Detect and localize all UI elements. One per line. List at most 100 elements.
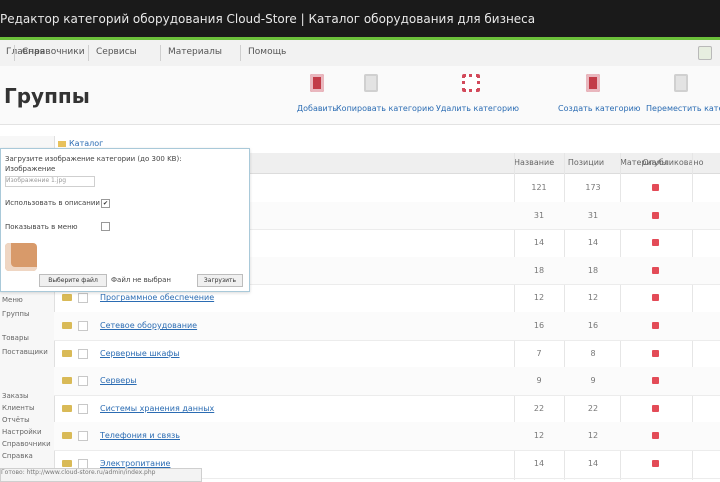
row-checkbox[interactable] (78, 293, 88, 304)
unpublished-icon[interactable] (652, 239, 659, 247)
items-count: 16 (533, 321, 545, 330)
left-panel-item[interactable]: Заказы (2, 392, 29, 400)
items-count: 7 (536, 348, 542, 358)
unpublished-icon[interactable] (652, 460, 659, 467)
row-checkbox[interactable] (78, 431, 88, 442)
materials-count: 14 (587, 459, 599, 468)
materials-count: 31 (587, 210, 599, 220)
popup-instructions: Загрузите изображение категории (до 300 … (5, 155, 182, 163)
show-in-menu-checkbox[interactable] (101, 222, 110, 231)
category-link[interactable]: Серверные шкафы (100, 349, 180, 358)
category-link[interactable]: Системы хранения данных (100, 404, 214, 413)
left-panel-item[interactable]: Поставщики (2, 348, 48, 356)
folder-icon (62, 404, 72, 412)
materials-count: 16 (587, 321, 599, 330)
column-header-name[interactable]: Название (514, 158, 554, 167)
items-count: 14 (533, 459, 545, 468)
create-category-label: Создать категорию (558, 104, 641, 113)
choose-file-button[interactable]: Выберите файл (39, 274, 107, 287)
image-upload-popup: Загрузите изображение категории (до 300 … (0, 148, 250, 292)
unpublished-icon[interactable] (652, 322, 659, 329)
unpublished-icon[interactable] (652, 211, 659, 219)
delete-category-label: Удалить категорию (436, 104, 519, 113)
menu-item-directories[interactable]: Справочники (22, 47, 85, 57)
use-in-description-checkbox[interactable]: ✔ (101, 199, 110, 208)
left-panel-item[interactable]: Меню (2, 296, 23, 304)
help-icon[interactable] (698, 46, 712, 60)
popup-image-label: Изображение (5, 165, 56, 173)
row-divider (54, 394, 720, 396)
materials-count: 8 (590, 348, 596, 358)
menu-separator (160, 45, 161, 61)
category-link[interactable]: Сетевое оборудование (100, 321, 197, 330)
move-category-label: Переместить категорию (646, 104, 720, 113)
upload-button[interactable]: Загрузить (197, 274, 243, 287)
copy-category-button[interactable]: Копировать категорию (336, 74, 434, 115)
window-title: Редактор категорий оборудования Cloud-St… (0, 12, 536, 26)
row-divider (54, 339, 720, 341)
materials-count: 12 (587, 431, 599, 441)
document-icon (310, 74, 324, 92)
add-label: Добавить (296, 104, 338, 113)
folder-icon (62, 460, 72, 467)
menu-separator (240, 45, 241, 61)
unpublished-icon[interactable] (652, 377, 659, 385)
left-panel-item[interactable]: Справка (2, 452, 33, 460)
items-count: 22 (533, 403, 545, 413)
materials-count: 12 (587, 293, 599, 303)
top-menu: Главная Справочники Сервисы Материалы По… (0, 40, 720, 67)
items-count: 9 (536, 376, 542, 386)
items-count: 12 (533, 293, 545, 303)
items-count: 12 (533, 431, 545, 441)
delete-icon (462, 74, 480, 92)
column-header-items[interactable]: Позиции (566, 158, 606, 167)
items-count: 121 (531, 183, 547, 192)
new-document-icon (586, 74, 600, 92)
menu-item-help[interactable]: Помощь (248, 47, 286, 57)
breadcrumb[interactable]: Каталог (58, 139, 103, 148)
delete-category-button[interactable]: Удалить категорию (436, 74, 519, 115)
category-link[interactable]: Программное обеспечение (100, 293, 214, 302)
page-title: Группы (4, 84, 90, 108)
row-checkbox[interactable] (78, 321, 88, 331)
unpublished-icon[interactable] (652, 184, 659, 191)
row-checkbox[interactable] (78, 348, 88, 359)
menu-separator (88, 45, 89, 61)
left-panel-item[interactable]: Товары (2, 334, 29, 342)
category-link[interactable]: Электропитание (100, 459, 170, 468)
left-panel-item[interactable]: Клиенты (2, 404, 34, 412)
materials-count: 9 (590, 376, 596, 386)
materials-count: 18 (587, 265, 599, 275)
left-panel-item[interactable]: Настройки (2, 428, 42, 436)
unpublished-icon[interactable] (652, 432, 659, 440)
no-file-label: Файл не выбран (111, 276, 171, 284)
category-image-thumbnail (5, 243, 37, 271)
row-checkbox[interactable] (78, 376, 88, 387)
image-name-field[interactable]: Изображение 1.jpg (5, 176, 95, 187)
unpublished-icon[interactable] (652, 349, 659, 357)
items-count: 31 (533, 210, 545, 220)
create-category-button[interactable]: Создать категорию (558, 74, 641, 115)
column-header-published[interactable]: Опубликовано (626, 158, 720, 167)
left-panel-item[interactable]: Группы (2, 310, 30, 318)
copy-icon (364, 74, 378, 92)
unpublished-icon[interactable] (652, 404, 659, 412)
left-panel-item[interactable]: Отчёты (2, 416, 30, 424)
move-category-button[interactable]: Переместить категорию (646, 74, 720, 115)
items-count: 18 (533, 265, 545, 275)
unpublished-icon[interactable] (652, 266, 659, 274)
materials-count: 14 (587, 238, 599, 248)
menu-item-services[interactable]: Сервисы (96, 47, 137, 57)
menu-item-materials[interactable]: Материалы (168, 47, 222, 57)
row-checkbox[interactable] (78, 403, 88, 414)
category-link[interactable]: Серверы (100, 376, 137, 385)
category-link[interactable]: Телефония и связь (100, 431, 180, 440)
row-divider (54, 450, 720, 451)
materials-count: 173 (585, 183, 601, 192)
unpublished-icon[interactable] (652, 294, 659, 302)
folder-icon (62, 294, 72, 302)
table-row-background (54, 367, 720, 396)
left-panel-item[interactable]: Справочники (2, 440, 51, 448)
use-in-description-label: Использовать в описании (5, 199, 100, 207)
show-in-menu-label: Показывать в меню (5, 223, 78, 231)
